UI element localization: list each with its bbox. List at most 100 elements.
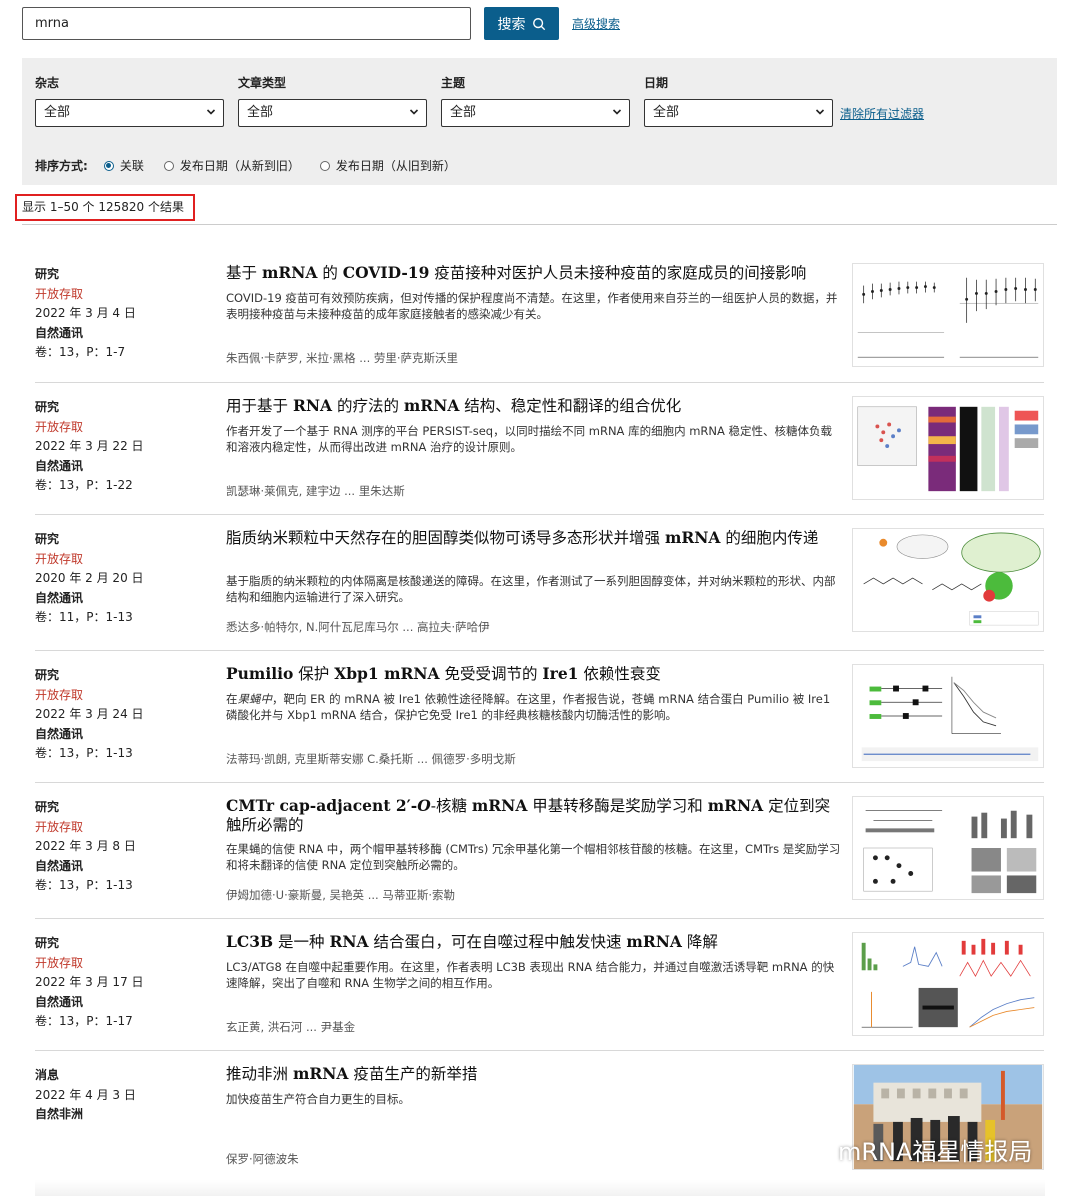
wechat-icon (791, 1135, 828, 1163)
sort-option-label: 发布日期（从旧到新） (335, 159, 456, 173)
title-part: 疫苗接种对医护人员未接种疫苗的家庭成员的间接影响 (429, 264, 807, 282)
article-authors: 伊姆加德·U·豪斯曼, 吴艳英 ... 马蒂亚斯·索勒 (226, 888, 455, 902)
open-access-badge: 开放存取 (35, 687, 84, 702)
search-button-label: 搜索 (497, 16, 526, 33)
title-part: RNA (329, 932, 369, 951)
article-thumbnail[interactable] (852, 528, 1044, 632)
list-item: 研究 开放存取 2022 年 3 月 8 日 自然通讯 卷：13，P：1-13 … (35, 783, 1044, 919)
article-title-link[interactable]: 用于基于 RNA 的疗法的 mRNA 结构、稳定性和翻译的组合优化 (226, 396, 842, 416)
title-part: 结构、稳定性和翻译的组合优化 (459, 397, 682, 415)
gel-figure-thumbnail (863, 810, 1037, 894)
search-input[interactable] (22, 7, 471, 40)
article-title-link[interactable]: 推动非洲 mRNA 疫苗生产的新举措 (226, 1064, 842, 1084)
title-part: mRNA (403, 396, 460, 415)
article-journal: 自然通讯 (35, 726, 84, 741)
title-part: 的细胞内传递 (720, 529, 819, 547)
article-type: 研究 (35, 936, 60, 950)
description-part: ，靶向 ER 的 mRNA 被 Ire1 依赖性途径降解。在这里，作者报告说，苍… (226, 692, 831, 722)
next-item-fade (35, 1180, 1045, 1196)
radio-icon (163, 160, 174, 171)
filter-date-select[interactable]: 全部 (644, 99, 833, 127)
article-title-link[interactable]: LC3B 是一种 RNA 结合蛋白，可在自噬过程中触发快速 mRNA 降解 (226, 932, 842, 952)
sort-oldest-radio[interactable]: 发布日期（从旧到新） (319, 157, 456, 174)
clear-filters-link[interactable]: 清除所有过滤器 (840, 105, 924, 122)
sort-relevance-radio[interactable]: 关联 (103, 157, 144, 174)
filter-article-type-label: 文章类型 (238, 76, 287, 90)
filter-journal-select[interactable]: 全部 (35, 99, 224, 127)
article-date: 2022 年 3 月 8 日 (35, 839, 136, 854)
radio-icon (319, 160, 330, 171)
article-thumbnail[interactable] (852, 396, 1044, 500)
article-authors: 凯瑟琳·莱佩克, 建宇边 ... 里朱达斯 (226, 484, 405, 498)
article-authors: 玄正黄, 洪石河 ... 尹基金 (226, 1020, 356, 1034)
article-title-link[interactable]: 脂质纳米颗粒中天然存在的胆固醇类似物可诱导多态形状并增强 mRNA 的细胞内传递 (226, 528, 842, 548)
title-part: 的 (317, 264, 343, 282)
filter-panel: 杂志 全部 文章类型 全部 主题 全部 日期 全部 清除所有过滤器 排序方式: … (22, 58, 1057, 185)
list-item: 消息 2022 年 4 月 3 日 自然非洲 推动非洲 mRNA 疫苗生产的新举… (35, 1051, 1044, 1191)
search-button[interactable]: 搜索 (484, 7, 559, 40)
filter-subject-label: 主题 (441, 76, 466, 90)
watermark-text: mRNA福星情报局 (838, 1138, 1033, 1166)
article-type: 消息 (35, 1068, 60, 1082)
article-description: 在果蝇的信使 RNA 中，两个帽甲基转移酶 (CMTrs) 冗余甲基化第一个帽相… (226, 842, 841, 872)
article-title-link[interactable]: 基于 mRNA 的 COVID-19 疫苗接种对医护人员未接种疫苗的家庭成员的间… (226, 263, 842, 283)
divider (22, 224, 1057, 225)
article-thumbnail[interactable] (852, 932, 1044, 1036)
article-authors: 朱西佩·卡萨罗, 米拉·黑格 ... 劳里·萨克斯沃里 (226, 351, 459, 365)
heatmap-figure-thumbnail (857, 406, 1039, 492)
sort-row: 排序方式: 关联 发布日期（从新到旧） 发布日期（从旧到新） (35, 157, 476, 174)
sort-label: 排序方式: (35, 159, 88, 173)
spectra-figure-thumbnail (861, 938, 1035, 1028)
filter-journal-value: 全部 (44, 105, 71, 120)
result-count: 显示 1–50 个 125820 个结果 (15, 194, 195, 221)
filter-journal: 杂志 全部 (35, 74, 224, 127)
title-part: 推动非洲 (226, 1065, 293, 1083)
title-part: 疫苗生产的新举措 (348, 1065, 478, 1083)
article-title-link[interactable]: CMTr cap-adjacent 2′-O-核糖 mRNA 甲基转移酶是奖励学… (226, 796, 842, 835)
filter-subject-value: 全部 (450, 105, 477, 120)
article-authors: 法蒂玛·凯朗, 克里斯蒂安娜 C.桑托斯 ... 佩德罗·多明戈斯 (226, 752, 516, 766)
filter-subject-select[interactable]: 全部 (441, 99, 630, 127)
title-part: 是一种 (273, 933, 330, 951)
title-part: 甲基转移酶是奖励学习和 (527, 797, 708, 815)
article-type: 研究 (35, 532, 60, 546)
article-thumbnail[interactable] (852, 263, 1044, 367)
article-volume: 卷：13，P：1-17 (35, 1014, 133, 1029)
filter-article-type-select[interactable]: 全部 (238, 99, 427, 127)
chevron-down-icon (206, 109, 216, 115)
title-part: mRNA (626, 932, 682, 951)
article-journal: 自然通讯 (35, 858, 84, 873)
title-part: 基于 (226, 264, 262, 282)
construct-diagram-thumbnail (861, 676, 1039, 762)
article-meta: 研究 开放存取 2022 年 3 月 17 日 自然通讯 卷：13，P：1-17 (35, 934, 215, 1032)
article-date: 2022 年 3 月 22 日 (35, 439, 144, 454)
title-part: LC3B (226, 932, 274, 951)
chevron-down-icon (612, 109, 622, 115)
title-part: mRNA (261, 263, 318, 282)
list-item: 研究 开放存取 2020 年 2 月 20 日 自然通讯 卷：11，P：1-13… (35, 515, 1044, 651)
title-part: mRNA (664, 528, 721, 547)
article-thumbnail[interactable] (852, 664, 1044, 768)
article-meta: 研究 开放存取 2022 年 3 月 24 日 自然通讯 卷：13，P：1-13 (35, 666, 215, 764)
filter-date-value: 全部 (653, 105, 680, 120)
article-type: 研究 (35, 668, 60, 682)
sort-newest-radio[interactable]: 发布日期（从新到旧） (163, 157, 300, 174)
title-part: 脂质纳米颗粒中天然存在的胆固醇类似物可诱导多态形状并增强 (226, 529, 665, 547)
filter-date-label: 日期 (644, 76, 669, 90)
advanced-search-link[interactable]: 高级搜索 (572, 15, 620, 32)
filter-article-type-value: 全部 (247, 105, 274, 120)
article-title-link[interactable]: Pumilio 保护 Xbp1 mRNA 免受受调节的 Ire1 依赖性衰变 (226, 664, 842, 684)
title-part: Ire1 (542, 664, 579, 683)
title-part: RNA (292, 396, 333, 415)
article-description: 加快疫苗生产符合自力更生的目标。 (226, 1092, 410, 1106)
article-thumbnail[interactable] (852, 796, 1044, 900)
title-part: 依赖性衰变 (578, 665, 661, 683)
open-access-badge: 开放存取 (35, 419, 84, 434)
search-icon (532, 17, 545, 30)
article-date: 2022 年 3 月 4 日 (35, 306, 136, 321)
filter-subject: 主题 全部 (441, 74, 630, 127)
article-meta: 研究 开放存取 2022 年 3 月 22 日 自然通讯 卷：13，P：1-22 (35, 398, 215, 496)
article-meta: 消息 2022 年 4 月 3 日 自然非洲 (35, 1066, 215, 1125)
article-authors: 悉达多·帕特尔, N.阿什瓦尼库马尔 ... 高拉夫·萨哈伊 (226, 620, 490, 634)
list-item: 研究 开放存取 2022 年 3 月 22 日 自然通讯 卷：13，P：1-22… (35, 383, 1044, 515)
